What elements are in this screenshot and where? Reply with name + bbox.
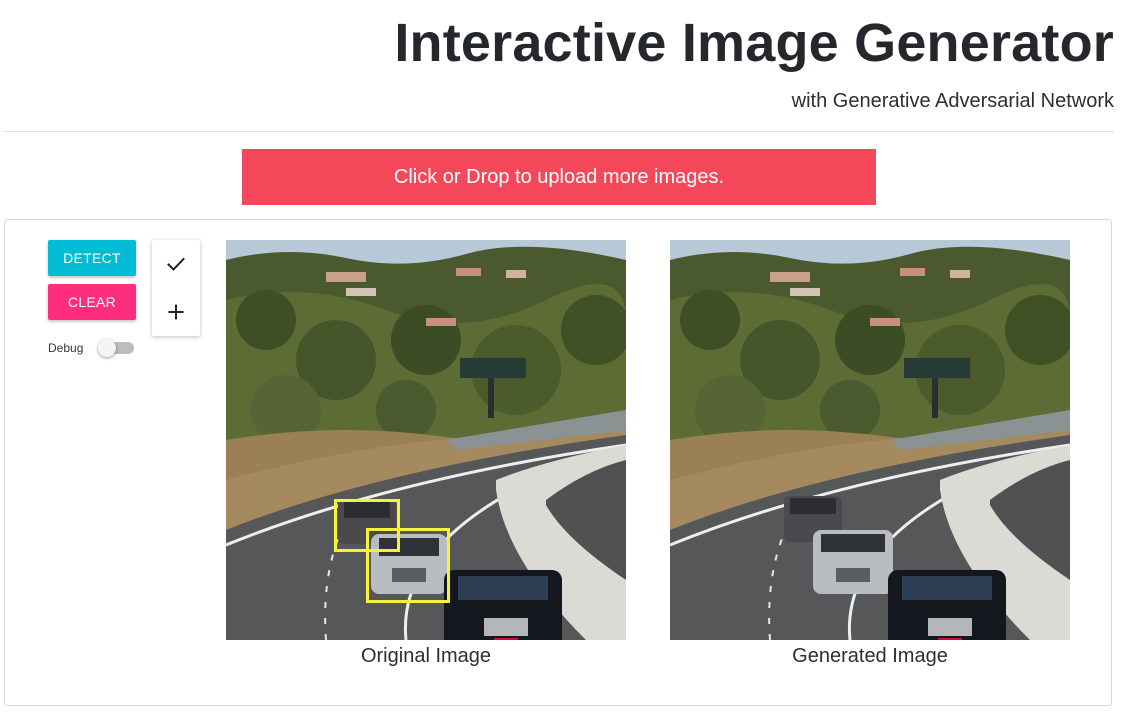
app-subtitle: with Generative Adversarial Network (791, 90, 1114, 112)
debug-toggle-knob (98, 339, 116, 357)
app-title: Interactive Image Generator (394, 13, 1114, 73)
clear-button[interactable]: CLEAR (48, 284, 136, 320)
add-tool-button[interactable] (152, 288, 200, 336)
upload-dropzone[interactable]: Click or Drop to upload more images. (242, 149, 876, 205)
original-image[interactable] (226, 240, 626, 640)
generated-image-caption: Generated Image (792, 645, 948, 667)
detection-box[interactable] (366, 528, 450, 603)
debug-label: Debug (48, 341, 84, 355)
original-image-caption: Original Image (360, 645, 492, 667)
check-icon (167, 257, 185, 271)
generated-image (670, 240, 1070, 640)
tool-panel (152, 240, 200, 336)
plus-icon (168, 304, 184, 320)
confirm-tool-button[interactable] (152, 240, 200, 288)
detect-button[interactable]: DETECT (48, 240, 136, 276)
debug-toggle[interactable] (98, 339, 134, 357)
header-divider (4, 131, 1114, 132)
